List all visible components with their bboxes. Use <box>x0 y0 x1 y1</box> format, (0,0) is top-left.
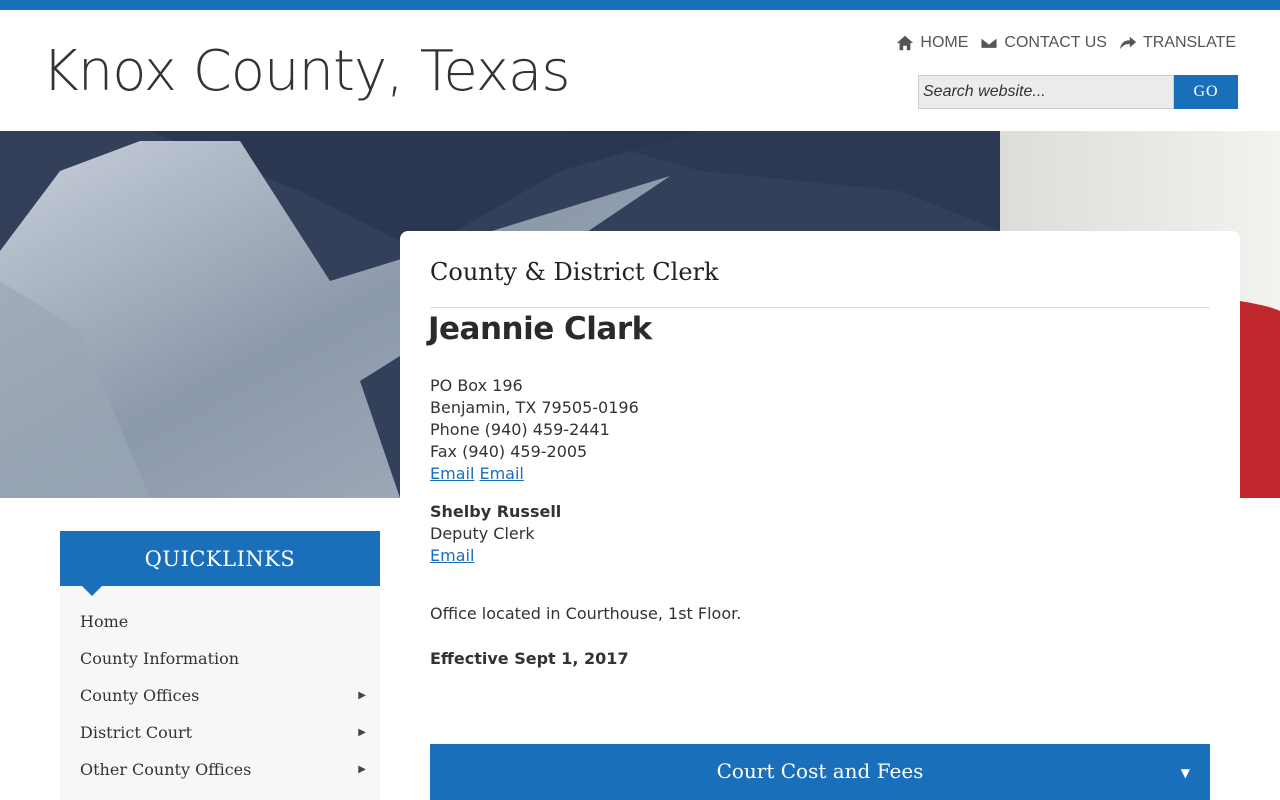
home-icon <box>897 35 914 51</box>
nav-contact-us[interactable]: CONTACT US <box>980 34 1107 52</box>
address-line: Benjamin, TX 79505-0196 <box>430 398 639 417</box>
address-line: PO Box 196 <box>430 376 523 395</box>
fax-line: Fax (940) 459-2005 <box>430 442 588 461</box>
header-notch <box>82 586 102 596</box>
quicklink-label: County Offices <box>80 686 200 705</box>
search-input[interactable] <box>918 75 1174 109</box>
deputy-name: Shelby Russell <box>430 502 562 521</box>
phone-line: Phone (940) 459-2441 <box>430 420 610 439</box>
quicklink-label: County Information <box>80 649 240 668</box>
site-title[interactable]: Knox County, Texas <box>42 40 571 104</box>
deputy-contact: Shelby Russell Deputy Clerk Email <box>430 501 561 567</box>
title-divider <box>430 307 1210 308</box>
official-name: Jeannie Clark <box>428 311 652 347</box>
nav-home[interactable]: HOME <box>896 34 968 52</box>
quicklinks-list: Home County Information County Offices ▶ … <box>60 586 380 788</box>
email-links: Email Email <box>430 463 639 485</box>
search-go-button[interactable]: GO <box>1174 75 1238 109</box>
quicklink-district-court[interactable]: District Court ▶ <box>60 714 380 751</box>
search-form: GO <box>918 75 1238 109</box>
quicklink-label: Home <box>80 612 129 631</box>
top-accent-bar <box>0 0 1280 10</box>
accordion-label: Court Cost and Fees <box>716 759 924 783</box>
nav-contact-label: CONTACT US <box>1004 34 1107 51</box>
quicklinks-header: QUICKLINKS <box>60 531 380 596</box>
chevron-right-icon: ▶ <box>358 764 366 775</box>
caret-down-icon: ▼ <box>1180 766 1190 780</box>
quicklinks-panel: QUICKLINKS Home County Information Count… <box>60 531 380 800</box>
chevron-right-icon: ▶ <box>358 690 366 701</box>
envelope-icon <box>980 37 999 49</box>
quicklink-county-information[interactable]: County Information <box>60 640 380 677</box>
email-link[interactable]: Email <box>430 464 474 483</box>
nav-home-label: HOME <box>920 34 969 51</box>
email-link[interactable]: Email <box>479 464 523 483</box>
site-header: Knox County, Texas HOME CONTACT US TRANS… <box>0 10 1280 131</box>
chevron-right-icon: ▶ <box>358 727 366 738</box>
deputy-email-link[interactable]: Email <box>430 546 474 565</box>
contact-address: PO Box 196 Benjamin, TX 79505-0196 Phone… <box>430 375 639 485</box>
share-arrow-icon <box>1119 36 1137 50</box>
quicklink-label: District Court <box>80 723 193 742</box>
effective-date: Effective Sept 1, 2017 <box>430 649 629 668</box>
deputy-title: Deputy Clerk <box>430 524 535 543</box>
court-cost-accordion[interactable]: Court Cost and Fees ▼ <box>430 744 1210 800</box>
office-location: Office located in Courthouse, 1st Floor. <box>430 604 742 623</box>
quicklink-other-county-offices[interactable]: Other County Offices ▶ <box>60 751 380 788</box>
content-card: County & District Clerk Jeannie Clark PO… <box>400 231 1240 800</box>
page-title: County & District Clerk <box>430 258 719 286</box>
top-nav: HOME CONTACT US TRANSLATE <box>896 34 1236 52</box>
quicklink-label: Other County Offices <box>80 760 252 779</box>
quicklink-home[interactable]: Home <box>60 603 380 640</box>
nav-translate[interactable]: TRANSLATE <box>1119 34 1236 52</box>
quicklinks-title: QUICKLINKS <box>144 547 296 571</box>
nav-translate-label: TRANSLATE <box>1142 34 1236 51</box>
quicklink-county-offices[interactable]: County Offices ▶ <box>60 677 380 714</box>
